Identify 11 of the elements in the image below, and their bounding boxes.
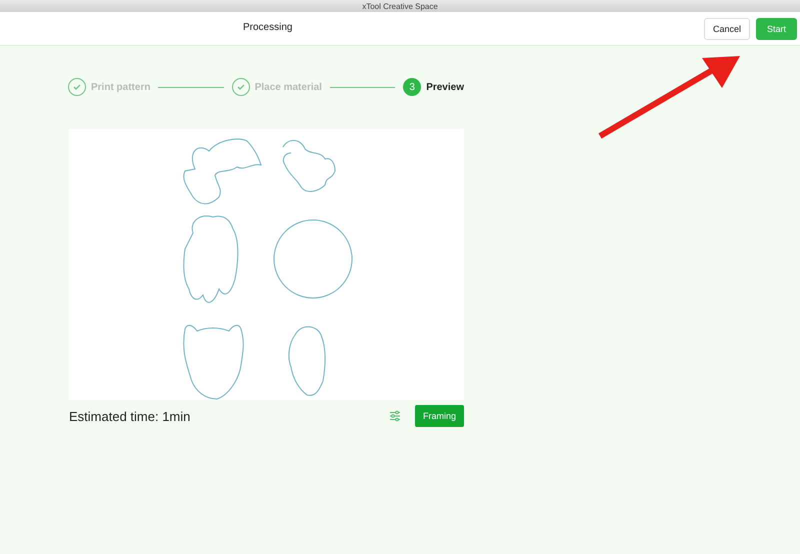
step-number: 3 (403, 78, 422, 96)
page-title: Processing (243, 22, 292, 33)
estimated-time: Estimated time: 1min (69, 408, 190, 424)
step-label: Print pattern (91, 82, 150, 92)
step-label: Preview (426, 82, 464, 92)
step-label: Place material (254, 82, 322, 92)
window-title: xTool Creative Space (362, 2, 438, 10)
settings-icon[interactable] (388, 410, 401, 422)
framing-button[interactable]: Framing (414, 405, 464, 427)
cancel-button[interactable]: Cancel (704, 18, 750, 40)
start-button[interactable]: Start (756, 18, 797, 40)
